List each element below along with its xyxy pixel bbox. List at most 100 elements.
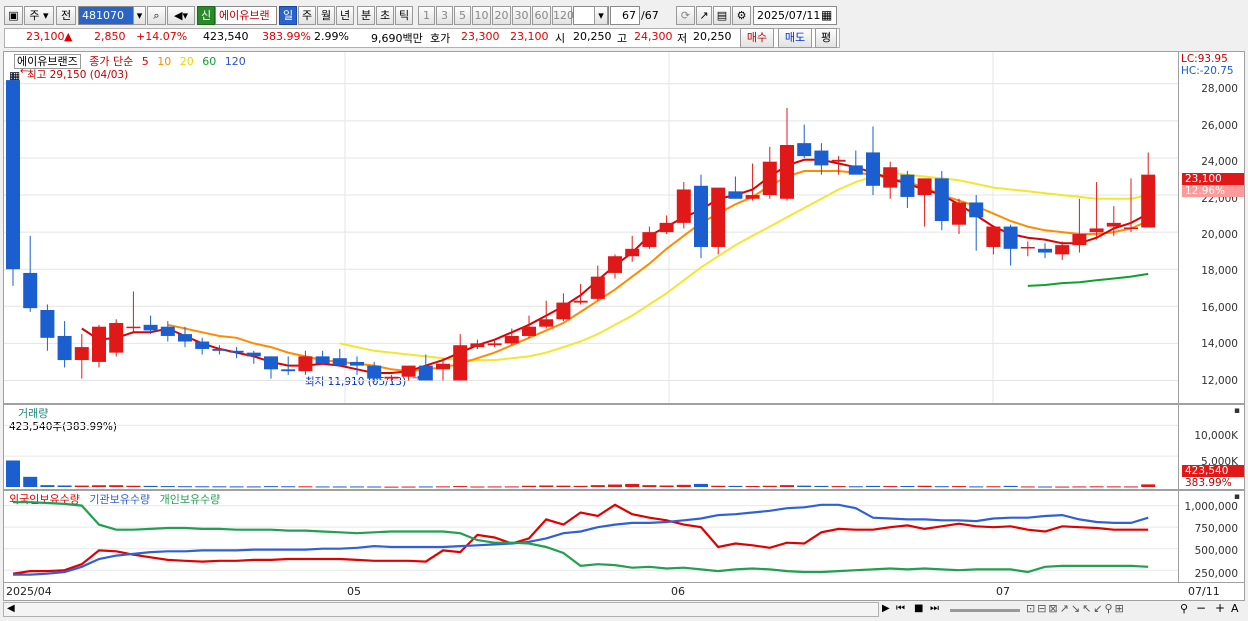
price-change-pct: +14.07% [136,30,188,43]
candle-body [74,347,89,361]
volume-bar [608,484,622,487]
turnover-rate: 2.99% [314,30,349,43]
volume-bar [57,485,72,487]
period-week[interactable]: 주 [298,6,316,25]
volume-bar [642,485,657,487]
volume-bar [728,485,743,487]
volume-bar [1124,486,1138,488]
count-total: /67 [641,9,659,22]
hc-label: HC:-20.75 [1181,65,1234,77]
layout-icon[interactable]: ▣ [4,6,23,25]
chart-tools-icon[interactable]: ⊡⊟⊠↗↘↖↙⚲⊞ [1026,602,1126,615]
close-icon[interactable]: ▪ [1234,406,1240,416]
volume-bar [418,486,433,488]
period-tick[interactable]: 틱 [395,6,413,25]
interval-120[interactable]: 120 [552,6,574,25]
institution-holdings-line [13,503,1149,576]
sync-icon[interactable]: ⟳ [676,6,695,25]
market-label: 주 [29,9,40,22]
volume-bar [74,485,89,487]
interval-30[interactable]: 30 [512,6,531,25]
jump-end-icon[interactable]: ⏭ [930,603,939,614]
open-label: 시 [555,32,566,45]
volume-bar [504,486,519,488]
x-tick-07: 07 [996,585,1010,598]
zoom-out-icon[interactable]: − [1196,601,1206,615]
volume-bar [694,483,708,487]
candle-body [745,195,760,199]
candle-body [573,300,588,303]
price-tick-26000: 26,000 [1201,120,1238,132]
period-year[interactable]: 년 [336,6,354,25]
candle-body [1020,246,1035,249]
candle-body [212,348,227,351]
interval-10[interactable]: 10 [472,6,491,25]
period-day[interactable]: 일 [279,6,297,25]
period-minute[interactable]: 분 [357,6,375,25]
stock-name-field[interactable]: 에이유브랜 [215,6,277,25]
volume-bar [522,485,536,487]
candle-body [57,335,72,361]
ma60-line [1027,272,1149,287]
candle-body [281,369,296,372]
interval-60[interactable]: 60 [532,6,551,25]
candle-body [6,80,20,270]
volume-bar [883,486,898,488]
holdings-tick-250000: 250,000 [1194,568,1238,580]
search-icon[interactable]: ⌕ [147,6,166,25]
zoom-slider[interactable] [950,609,1020,612]
holdings-tick-750000: 750,000 [1194,523,1238,535]
gear-icon[interactable]: ⚙ [732,6,751,25]
avg-button[interactable]: 평 [815,28,837,48]
volume-bar [195,486,210,488]
scroll-left-icon[interactable]: ◀ [7,603,15,614]
interval-20[interactable]: 20 [492,6,511,25]
volume-bar [780,485,794,487]
holdings-axis: ▪ 1,000,000 750,000 500,000 250,000 [1179,490,1245,583]
interval-dropdown-icon[interactable]: ▾ [594,6,608,25]
volume-bar [453,486,468,488]
jump-start-icon[interactable]: ⏮ [896,603,905,614]
volume-pct: 383.99% [262,30,311,43]
sell-button[interactable]: 매도 [778,28,812,48]
period-month[interactable]: 월 [317,6,335,25]
count-input[interactable]: 67 [610,6,640,25]
x-tick-2025-04: 2025/04 [6,585,52,598]
zoom-icon[interactable]: ⚲ [1180,602,1188,615]
pct-tag: 12.96% [1182,185,1244,197]
scrollbar[interactable] [3,602,879,617]
volume-bar [315,486,330,488]
volume-bar [573,485,588,487]
stock-code-input[interactable]: 481070 [78,6,134,25]
holdings-tick-500000: 500,000 [1194,545,1238,557]
up-arrow-icon: ▲ [64,30,73,43]
speaker-icon[interactable]: ◀▾ [167,6,195,25]
volume-bar [814,485,829,487]
candle-body [539,319,554,327]
interval-3[interactable]: 3 [436,6,453,25]
interval-5[interactable]: 5 [454,6,471,25]
prev-button[interactable]: 전 [56,6,76,25]
font-size-icon[interactable]: A [1231,602,1239,615]
save-icon[interactable]: ▤ [713,6,731,25]
volume-bar [246,486,261,488]
period-second[interactable]: 초 [376,6,394,25]
calendar-icon[interactable]: ▦ [821,8,832,22]
stop-icon[interactable]: ■ [914,603,923,614]
scroll-right-icon[interactable]: ▶ [882,603,890,614]
low-label: 저 [677,32,688,45]
volume-bar [109,485,124,487]
candle-body [470,343,485,348]
price-chart [4,52,1178,403]
volume-bar [711,485,726,487]
buy-button[interactable]: 매수 [740,28,774,48]
interval-1[interactable]: 1 [418,6,435,25]
code-dropdown-icon[interactable]: ▾ [133,6,146,25]
candle-body [92,326,106,362]
current-price: 23,100 [26,30,65,43]
volume-bar [625,483,640,487]
market-select[interactable]: 주 ▾ [24,6,54,25]
candle-body [367,365,382,379]
draw-tool-icon[interactable]: ↗ [696,6,712,25]
zoom-in-icon[interactable]: + [1215,601,1225,615]
